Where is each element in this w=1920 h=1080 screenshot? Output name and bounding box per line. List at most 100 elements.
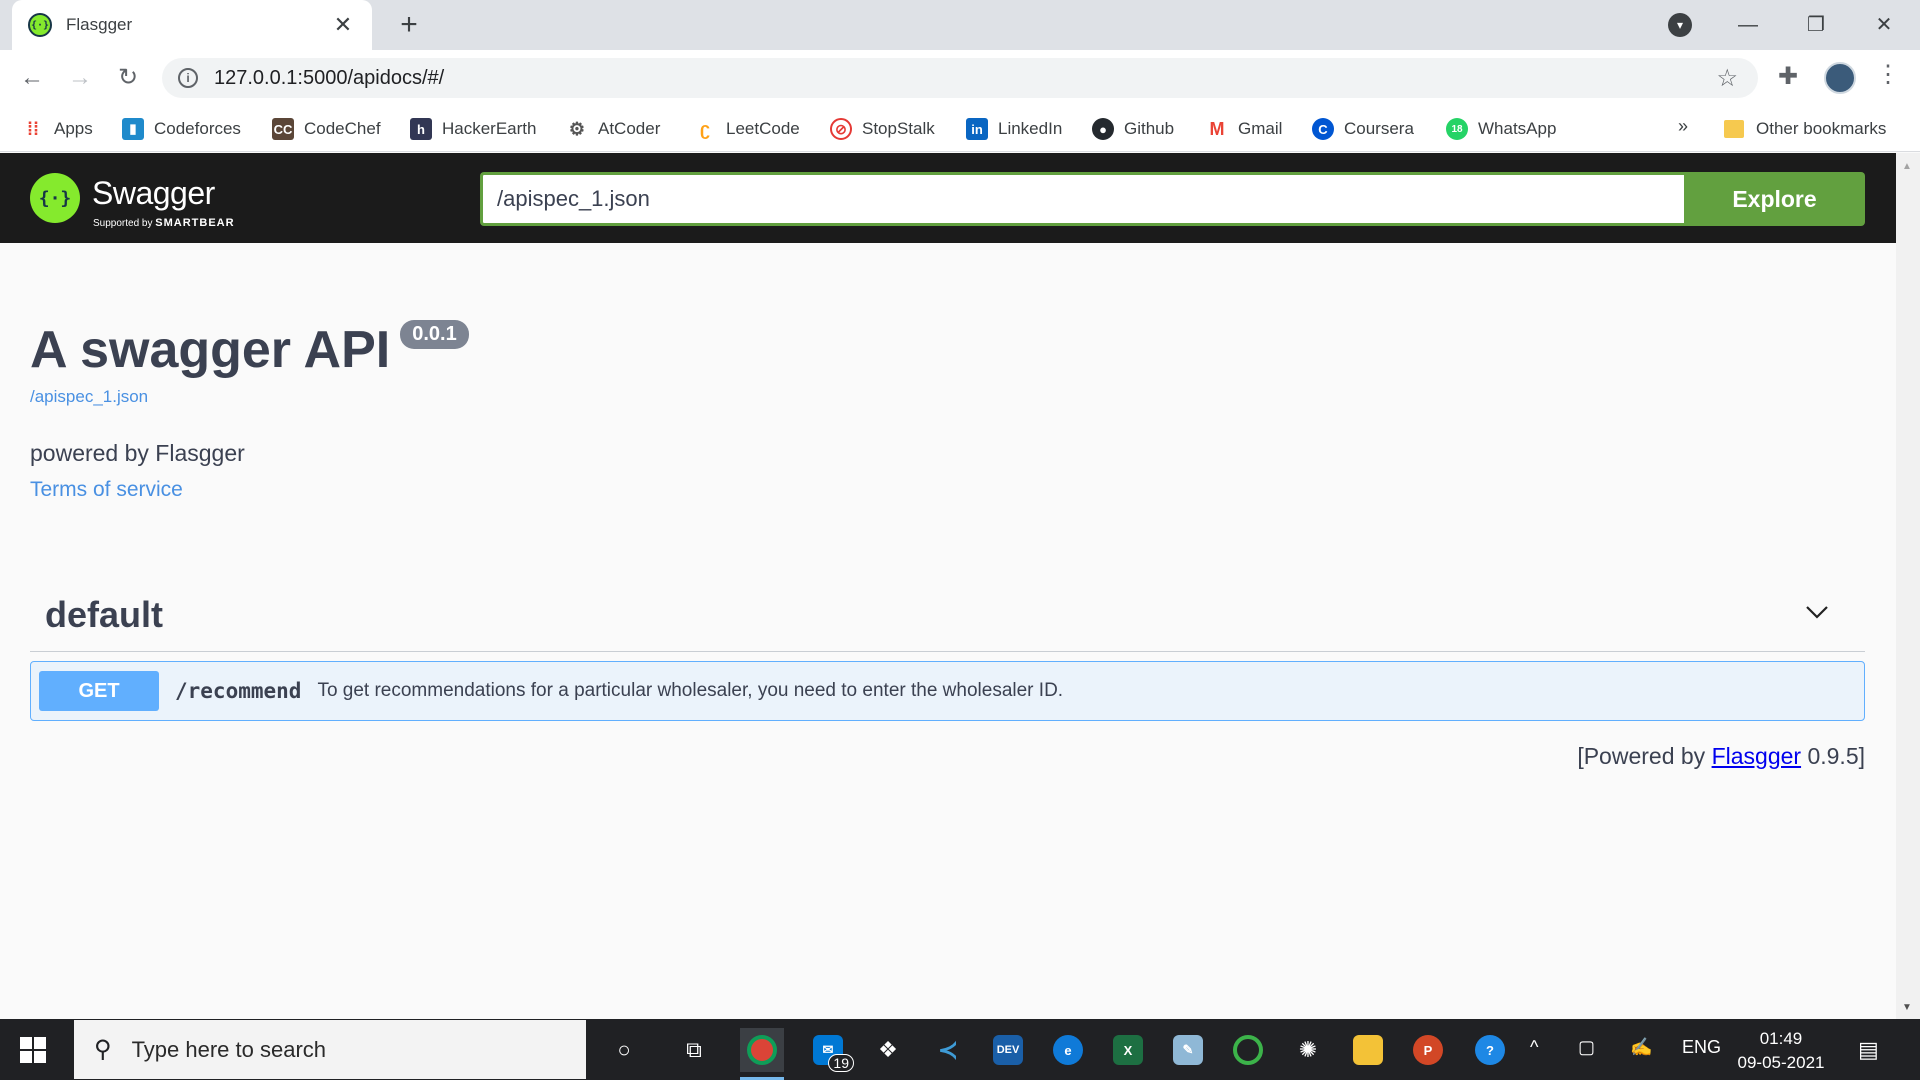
bookmark-label: Other bookmarks — [1756, 119, 1887, 138]
bookmark-coursera[interactable]: C Coursera — [1312, 116, 1414, 142]
taskbar-search-box[interactable]: ⚲ Type here to search — [74, 1020, 586, 1079]
devcpp-icon[interactable]: DEV — [986, 1028, 1030, 1072]
explore-button[interactable]: Explore — [1684, 172, 1865, 226]
bookmark-codechef[interactable]: CC CodeChef — [272, 116, 381, 142]
bookmark-label: Apps — [54, 119, 93, 138]
browser-tabstrip: {·} Flasgger ✕ + ▾ — ❐ ✕ — [0, 0, 1920, 50]
api-title-block: A swagger API 0.0.1 — [30, 320, 469, 380]
bookmark-label: LinkedIn — [998, 119, 1063, 138]
notepad-glyph-icon: ✎ — [1173, 1035, 1203, 1065]
reload-icon[interactable]: ↻ — [112, 62, 144, 94]
mail-taskbar-icon[interactable]: ✉ 19 — [806, 1028, 854, 1072]
http-method-badge: GET — [39, 671, 159, 711]
window-close-icon[interactable]: ✕ — [1864, 8, 1904, 42]
extensions-puzzle-icon[interactable]: ✚ — [1778, 62, 1798, 91]
bookmark-apps[interactable]: ⁞⁞ Apps — [22, 116, 93, 142]
excel-icon[interactable]: X — [1106, 1028, 1150, 1072]
powered-by-footer: [Powered by Flasgger 0.9.5] — [1577, 743, 1865, 770]
bookmark-label: LeetCode — [726, 119, 800, 138]
language-indicator[interactable]: ENG — [1682, 1037, 1721, 1058]
other-bookmarks-folder[interactable]: Other bookmarks — [1724, 116, 1886, 142]
operation-path: /recommend — [175, 679, 302, 703]
bookmark-leetcode[interactable]: ʗ LeetCode — [694, 116, 800, 142]
bookmark-whatsapp[interactable]: 18 WhatsApp — [1446, 116, 1556, 142]
bookmark-label: Codeforces — [154, 119, 241, 138]
bookmark-github[interactable]: ● Github — [1092, 116, 1174, 142]
hackerearth-icon: h — [410, 118, 432, 140]
atcoder-icon: ⚙ — [568, 118, 586, 139]
browser-toolbar: ← → ↻ i 127.0.0.1:5000/apidocs/#/ ☆ ✚ ⋮ — [0, 50, 1920, 106]
footer-suffix: 0.9.5] — [1807, 743, 1865, 769]
more-bookmarks-button[interactable]: » — [1678, 116, 1688, 137]
tab-search-icon[interactable]: ▾ — [1668, 13, 1692, 37]
site-info-icon[interactable]: i — [178, 68, 198, 88]
forward-arrow-icon[interactable]: → — [64, 62, 96, 94]
stopstalk-icon: ⊘ — [830, 118, 852, 140]
tray-expand-icon[interactable]: ^ — [1530, 1037, 1538, 1058]
bookmark-stopstalk[interactable]: ⊘ StopStalk — [830, 116, 935, 142]
new-tab-button[interactable]: + — [392, 8, 426, 42]
close-icon[interactable]: ✕ — [330, 12, 356, 38]
chrome-taskbar-icon[interactable] — [740, 1028, 784, 1080]
system-clock[interactable]: 01:49 09-05-2021 — [1726, 1027, 1836, 1075]
circular-app-icon[interactable] — [1226, 1028, 1270, 1072]
bookmark-codeforces[interactable]: ▮ Codeforces — [122, 116, 241, 142]
network-app-icon[interactable]: ✺ — [1286, 1028, 1330, 1072]
task-view-icon[interactable]: ⧉ — [672, 1028, 716, 1072]
bookmark-label: Coursera — [1344, 119, 1414, 138]
notepad-icon[interactable]: ✎ — [1166, 1028, 1210, 1072]
scroll-up-icon[interactable]: ▲ — [1902, 161, 1912, 172]
dev-glyph-icon: DEV — [993, 1035, 1023, 1065]
profile-avatar[interactable] — [1824, 62, 1856, 94]
tag-name[interactable]: default — [45, 594, 163, 636]
github-icon: ● — [1092, 118, 1114, 140]
bookmark-label: Gmail — [1238, 119, 1283, 138]
address-bar[interactable]: i 127.0.0.1:5000/apidocs/#/ ☆ — [162, 58, 1758, 98]
page-scrollbar[interactable]: ▲ ▼ — [1896, 153, 1920, 1019]
swagger-favicon-icon: {·} — [28, 13, 52, 37]
restore-icon[interactable]: ❐ — [1796, 8, 1836, 42]
browser-menu-icon[interactable]: ⋮ — [1876, 60, 1900, 89]
file-explorer-icon[interactable] — [1346, 1028, 1390, 1072]
clock-date: 09-05-2021 — [1737, 1053, 1825, 1072]
codeforces-icon: ▮ — [122, 118, 144, 140]
swagger-logo-icon: {·} — [30, 173, 80, 223]
meet-now-icon[interactable]: ▢ — [1578, 1037, 1595, 1058]
dropbox-icon[interactable]: ❖ — [866, 1028, 910, 1072]
visual-studio-code-icon[interactable]: ≺ — [926, 1028, 970, 1072]
folder-glyph-icon — [1353, 1035, 1383, 1065]
terms-of-service-link[interactable]: Terms of service — [30, 478, 183, 502]
folder-icon — [1724, 120, 1744, 138]
bookmark-gmail[interactable]: M Gmail — [1206, 116, 1283, 142]
notification-center-icon[interactable]: ▤ — [1858, 1037, 1879, 1063]
pen-icon[interactable]: ✍ — [1630, 1037, 1652, 1058]
linkedin-icon: in — [966, 118, 988, 140]
spec-link[interactable]: /apispec_1.json — [30, 387, 148, 407]
powerpoint-icon[interactable]: P — [1406, 1028, 1450, 1072]
apps-grid-icon: ⁞⁞ — [27, 118, 39, 139]
minimize-icon[interactable]: — — [1728, 8, 1768, 42]
whatsapp-icon: 18 — [1446, 118, 1468, 140]
flasgger-link[interactable]: Flasgger — [1712, 743, 1801, 769]
leetcode-icon: ʗ — [699, 118, 710, 139]
chevron-down-icon[interactable] — [1805, 600, 1829, 624]
tag-section-default[interactable]: default — [30, 580, 1865, 652]
bookmark-linkedin[interactable]: in LinkedIn — [966, 116, 1062, 142]
bookmark-atcoder[interactable]: ⚙ AtCoder — [566, 116, 660, 142]
bookmark-label: CodeChef — [304, 119, 381, 138]
mail-badge: 19 — [828, 1054, 854, 1072]
operation-get-recommend[interactable]: GET /recommend To get recommendations fo… — [30, 661, 1865, 721]
help-icon[interactable]: ? — [1468, 1028, 1512, 1072]
back-arrow-icon[interactable]: ← — [16, 62, 48, 94]
scroll-down-icon[interactable]: ▼ — [1902, 1002, 1912, 1013]
edge-glyph-icon: e — [1053, 1035, 1083, 1065]
cortana-icon[interactable]: ○ — [602, 1028, 646, 1072]
url-text[interactable]: 127.0.0.1:5000/apidocs/#/ — [214, 67, 444, 90]
bookmark-star-icon[interactable]: ☆ — [1716, 64, 1738, 93]
windows-start-icon[interactable] — [20, 1037, 46, 1063]
edge-icon[interactable]: e — [1046, 1028, 1090, 1072]
bookmark-hackerearth[interactable]: h HackerEarth — [410, 116, 536, 142]
spec-url-input[interactable] — [480, 172, 1684, 226]
browser-tab[interactable]: {·} Flasgger ✕ — [12, 0, 372, 50]
api-title: A swagger API — [30, 321, 391, 379]
